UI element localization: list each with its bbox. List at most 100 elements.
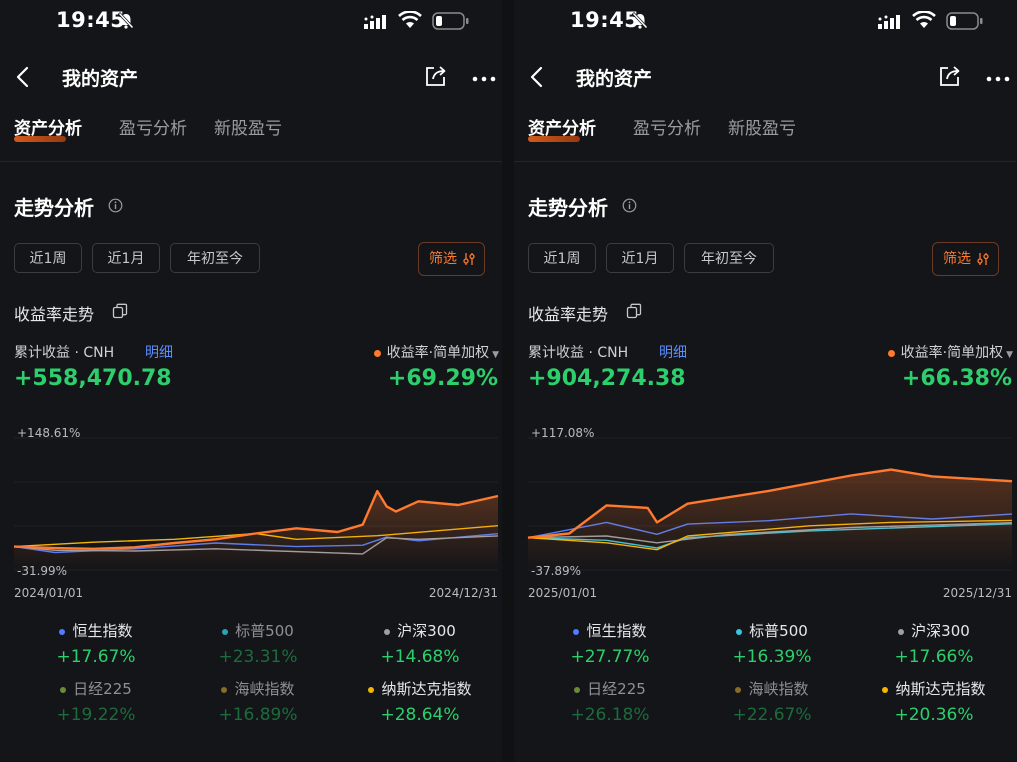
cellular-signal-icon <box>364 14 392 33</box>
legend-value: +20.36% <box>894 705 974 725</box>
copy-icon[interactable] <box>112 303 128 323</box>
page-title: 我的资产 <box>576 68 653 90</box>
legend-name-text: 标普500 <box>235 622 294 640</box>
legend-value: +19.22% <box>56 705 136 725</box>
rate-label: 收益率·简单加权 <box>900 345 1004 361</box>
tab-profit-loss-analysis[interactable]: 盈亏分析 <box>119 114 187 139</box>
tab-ipo-profit-loss[interactable]: 新股盈亏 <box>728 114 796 139</box>
status-bar: 19:45 <box>514 8 1016 34</box>
tab-asset-analysis[interactable]: 资产分析 <box>14 114 82 139</box>
legend-name: 沪深300 <box>854 620 1014 641</box>
legend-item[interactable]: 海峡指数 +16.89% <box>178 678 338 725</box>
legend-item[interactable]: 沪深300 +14.68% <box>340 620 500 667</box>
top-nav: 我的资产 <box>0 58 502 98</box>
legend-name: 海峡指数 <box>692 678 852 699</box>
section-title: 走势分析 <box>14 196 94 220</box>
legend-dot-icon <box>222 628 229 635</box>
tabs-separator <box>514 161 1016 162</box>
section-title: 走势分析 <box>528 196 608 220</box>
dropdown-caret-icon: ▼ <box>1006 350 1013 360</box>
cumulative-return-value: +558,470.78 <box>14 366 172 391</box>
filter-1-month-button[interactable]: 近1月 <box>92 243 160 273</box>
legend-value: +22.67% <box>732 705 812 725</box>
detail-link[interactable]: 明细 <box>659 342 687 362</box>
more-options-icon[interactable] <box>986 68 1010 87</box>
tabs-separator <box>0 161 502 162</box>
back-arrow-icon[interactable] <box>14 66 32 92</box>
legend-value: +23.31% <box>218 647 298 667</box>
bell-muted-icon <box>117 11 135 34</box>
status-time: 19:45 <box>56 8 126 32</box>
legend-name-text: 日经225 <box>587 680 646 698</box>
more-options-icon[interactable] <box>472 68 496 87</box>
x-start-label: 2025/01/01 <box>528 586 598 600</box>
filter-ytd-button[interactable]: 年初至今 <box>684 243 774 273</box>
filter-1-week-button[interactable]: 近1周 <box>14 243 82 273</box>
tab-asset-analysis[interactable]: 资产分析 <box>528 114 596 139</box>
copy-icon[interactable] <box>626 303 642 323</box>
y-max-label: +117.08% <box>531 426 595 440</box>
legend-name-text: 恒生指数 <box>586 622 647 640</box>
filter-sliders-icon <box>977 253 989 265</box>
legend-value: +17.67% <box>56 647 136 667</box>
filter-ytd-button[interactable]: 年初至今 <box>170 243 260 273</box>
legend-item[interactable]: 沪深300 +17.66% <box>854 620 1014 667</box>
filter-1-month-button[interactable]: 近1月 <box>606 243 674 273</box>
legend-dot-icon <box>60 686 67 693</box>
trend-label: 收益率走势 <box>528 305 609 324</box>
legend-item[interactable]: 标普500 +23.31% <box>178 620 338 667</box>
info-icon[interactable] <box>622 198 637 217</box>
legend-item[interactable]: 日经225 +26.18% <box>530 678 690 725</box>
legend-name: 恒生指数 <box>16 620 176 641</box>
y-min-label: -37.89% <box>531 564 582 578</box>
cumulative-return-label: 累计收益 · CNH <box>14 345 115 361</box>
screenshot-panel-right: 19:45 我的资产 资产分析 盈亏分析 新股盈亏 走势分析 近1周 近1月 年… <box>514 0 1016 762</box>
battery-icon <box>432 12 470 34</box>
legend-name-text: 海峡指数 <box>748 680 809 698</box>
info-icon[interactable] <box>108 198 123 217</box>
x-end-label: 2024/12/31 <box>428 586 498 600</box>
legend-item[interactable]: 日经225 +19.22% <box>16 678 176 725</box>
legend-name-text: 恒生指数 <box>72 622 133 640</box>
return-trend-chart[interactable] <box>514 420 1016 586</box>
legend-item[interactable]: 恒生指数 +27.77% <box>530 620 690 667</box>
legend-name-text: 日经225 <box>73 680 132 698</box>
screen-button[interactable]: 筛选 <box>418 242 485 276</box>
legend-dot-icon <box>573 628 580 635</box>
rate-value: +69.29% <box>387 366 498 391</box>
tab-ipo-profit-loss[interactable]: 新股盈亏 <box>214 114 282 139</box>
legend-value: +27.77% <box>570 647 650 667</box>
legend-name: 沪深300 <box>340 620 500 641</box>
legend-dot-icon <box>735 686 742 693</box>
legend-name-text: 沪深300 <box>911 622 970 640</box>
legend-name-text: 标普500 <box>749 622 808 640</box>
screenshot-panel-left: 19:45 我的资产 资产分析 盈亏分析 新股盈亏 走势分析 近1周 近1月 年… <box>0 0 502 762</box>
legend-item[interactable]: 海峡指数 +22.67% <box>692 678 852 725</box>
legend-value: +16.39% <box>732 647 812 667</box>
rate-selector[interactable]: 收益率·简单加权 ▼ <box>373 342 499 362</box>
legend-name: 恒生指数 <box>530 620 690 641</box>
share-icon[interactable] <box>938 64 962 92</box>
panel-divider <box>502 0 514 762</box>
share-icon[interactable] <box>424 64 448 92</box>
legend-name: 标普500 <box>692 620 852 641</box>
return-trend-chart[interactable] <box>0 420 502 586</box>
legend-value: +26.18% <box>570 705 650 725</box>
screen-button-label: 筛选 <box>943 251 971 267</box>
rate-dot-icon <box>373 349 381 357</box>
filter-1-week-button[interactable]: 近1周 <box>528 243 596 273</box>
legend-dot-icon <box>736 628 743 635</box>
tab-profit-loss-analysis[interactable]: 盈亏分析 <box>633 114 701 139</box>
back-arrow-icon[interactable] <box>528 66 546 92</box>
screen-button[interactable]: 筛选 <box>932 242 999 276</box>
legend-item[interactable]: 标普500 +16.39% <box>692 620 852 667</box>
detail-link[interactable]: 明细 <box>145 342 173 362</box>
legend-item[interactable]: 纳斯达克指数 +20.36% <box>854 678 1014 725</box>
legend-item[interactable]: 纳斯达克指数 +28.64% <box>340 678 500 725</box>
y-max-label: +148.61% <box>17 426 81 440</box>
benchmark-legend: 恒生指数 +27.77% 标普500 +16.39% 沪深300 +17.66% 日经225… <box>514 620 1016 740</box>
rate-selector[interactable]: 收益率·简单加权 ▼ <box>887 342 1013 362</box>
legend-value: +16.89% <box>218 705 298 725</box>
legend-name-text: 纳斯达克指数 <box>895 680 986 698</box>
legend-item[interactable]: 恒生指数 +17.67% <box>16 620 176 667</box>
